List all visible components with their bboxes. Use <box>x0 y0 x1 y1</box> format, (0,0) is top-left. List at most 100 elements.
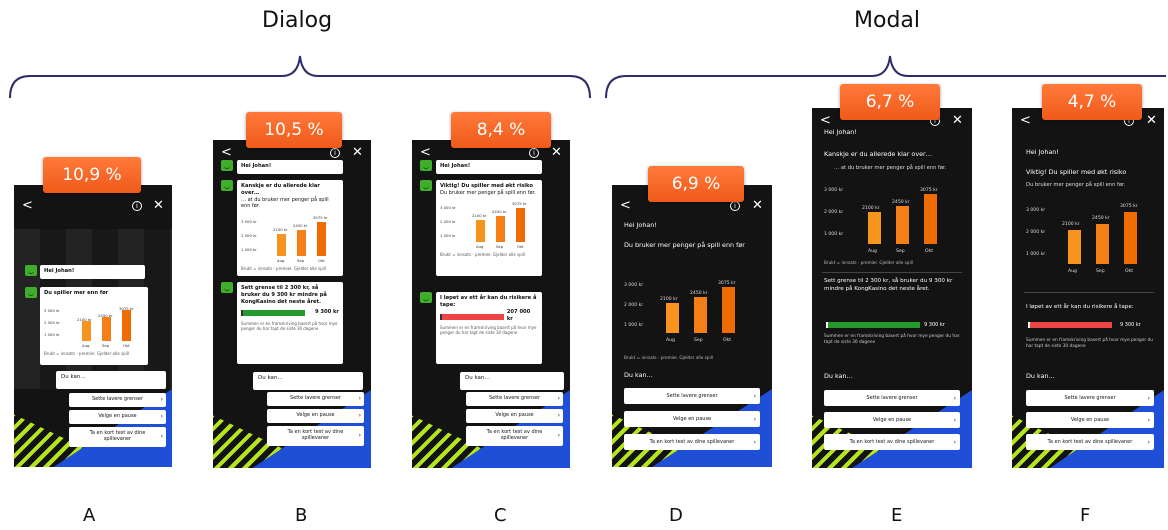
bar-aug <box>1068 230 1081 264</box>
chevron-right-icon: › <box>1147 394 1150 402</box>
chevron-left-icon[interactable]: < <box>820 114 831 127</box>
message-bubble: Kanskje er du allerede klar over… … at d… <box>237 180 343 276</box>
percent-badge-d: 6,9 % <box>648 166 744 202</box>
chevron-right-icon: › <box>753 415 756 423</box>
x-tick-label: Sep <box>1096 269 1105 274</box>
close-icon[interactable]: ✕ <box>352 146 363 159</box>
spending-chart: 3 000 kr 2 000 kr 1 000 kr 2100 kr 2450 … <box>1026 200 1154 274</box>
value-label: 2450 kr <box>492 209 507 215</box>
chart-footnote: Brukt = innsats - premier. Gjelder alle … <box>824 260 913 265</box>
x-tick-label: Aug <box>666 338 675 343</box>
bar-okt <box>924 194 937 244</box>
projection-explainer: Summen er en framskriving basert på hvor… <box>241 321 338 332</box>
spending-chart: 3 000 kr 2 000 kr 1 000 kr 2100 kr 2450 … <box>241 212 339 264</box>
chevron-right-icon: › <box>358 431 361 439</box>
chevron-left-icon[interactable]: < <box>420 146 431 159</box>
y-tick-label: 3 000 kr <box>44 307 60 313</box>
chevron-right-icon: › <box>753 438 756 446</box>
value-label: 2450 kr <box>690 291 708 296</box>
y-tick-label: 2 000 kr <box>1026 230 1046 235</box>
bar-okt <box>122 309 131 341</box>
variant-letter-f: F <box>1080 505 1091 526</box>
smiley-icon <box>25 287 37 298</box>
y-tick-label: 3 000 kr <box>241 218 257 224</box>
chevron-right-icon: › <box>1147 438 1150 446</box>
chevron-right-icon: › <box>160 432 163 440</box>
set-lower-limits-button[interactable]: Sette lavere grenser › <box>824 390 960 406</box>
chevron-left-icon[interactable]: < <box>1020 114 1031 127</box>
chart-footnote: Brukt = innsats - premier. Gjelder alle … <box>241 265 326 271</box>
close-icon[interactable]: ✕ <box>1146 114 1157 127</box>
risk-bubble: I løpet av ett år kan du risikere å tape… <box>436 292 542 364</box>
close-icon[interactable]: ✕ <box>952 114 963 127</box>
habits-test-button[interactable]: Ta en kort test av dine spillevaner › <box>69 427 166 447</box>
y-tick-label: 1 000 kr <box>241 246 257 252</box>
spending-chart: 3 000 kr 2 000 kr 1 000 kr 2100 kr 2450 … <box>44 299 144 349</box>
info-icon[interactable]: i <box>730 201 740 211</box>
you-can-bubble: Du kan… <box>56 371 166 389</box>
chevron-right-icon: › <box>557 411 560 419</box>
bar-aug <box>868 212 881 244</box>
value-label: 2100 kr <box>862 206 880 211</box>
x-tick-label: Okt <box>517 244 524 250</box>
take-a-break-button[interactable]: Velge en pause › <box>267 409 364 423</box>
bar-sep <box>1096 224 1109 264</box>
x-tick-label: Sep <box>102 342 110 348</box>
close-icon[interactable]: ✕ <box>153 199 164 212</box>
x-tick-label: Okt <box>318 257 325 263</box>
take-a-break-button[interactable]: Velge en pause › <box>69 410 166 424</box>
y-tick-label: 1 000 kr <box>1026 252 1046 257</box>
message-title: Kanskje er du allerede klar over… <box>824 150 933 158</box>
you-can-heading: Du kan… <box>1026 372 1055 380</box>
info-icon[interactable]: i <box>330 148 340 158</box>
take-a-break-button[interactable]: Velge en pause › <box>466 409 563 423</box>
bar-sep <box>496 216 505 243</box>
loss-amount: 9 300 kr <box>1120 322 1141 328</box>
info-icon[interactable]: i <box>529 148 539 158</box>
x-tick-label: Sep <box>297 257 305 263</box>
x-tick-label: Okt <box>1125 269 1134 274</box>
take-a-break-button[interactable]: Velge en pause › <box>624 411 760 427</box>
chart-footnote: Brukt = innsats - premier. Gjelder alle … <box>624 355 713 360</box>
value-label: 2450 kr <box>293 222 308 228</box>
set-lower-limits-button[interactable]: Sette lavere grenser › <box>1026 390 1154 406</box>
value-label: 2100 kr <box>77 316 92 322</box>
value-label: 2450 kr <box>892 200 910 205</box>
habits-test-button[interactable]: Ta en kort test av dine spillevaner › <box>824 434 960 450</box>
value-label: 2100 kr <box>472 213 487 219</box>
set-lower-limits-button[interactable]: Sette lavere grenser › <box>267 392 364 406</box>
message-title: Viktig! Du spiller med økt risiko <box>440 183 533 189</box>
chevron-left-icon[interactable]: < <box>221 146 232 159</box>
chevron-right-icon: › <box>953 438 956 446</box>
message-bubble: Du spiller mer enn før 3 000 kr 2 000 kr… <box>40 287 148 365</box>
chevron-left-icon[interactable]: < <box>620 199 631 212</box>
habits-test-button[interactable]: Ta en kort test av dine spillevaner › <box>466 426 563 446</box>
you-can-bubble: Du kan… <box>253 372 363 390</box>
info-icon[interactable]: i <box>132 201 142 211</box>
value-label: 3075 kr <box>718 281 736 286</box>
x-tick-label: Aug <box>277 257 285 263</box>
message-subtitle: … at du bruker mer penger på spill enn f… <box>241 196 329 210</box>
set-lower-limits-button[interactable]: Sette lavere grenser › <box>69 393 166 407</box>
limit-bubble: Sett grense til 2 300 kr, så bruker du 9… <box>237 282 343 364</box>
close-icon[interactable]: ✕ <box>551 146 562 159</box>
take-a-break-button[interactable]: Velge en pause › <box>824 412 960 428</box>
message-title: Du bruker mer penger på spill enn før <box>624 241 745 249</box>
chevron-right-icon: › <box>557 431 560 439</box>
chevron-right-icon: › <box>160 412 163 420</box>
y-tick-label: 2 000 kr <box>44 319 60 325</box>
habits-test-button[interactable]: Ta en kort test av dine spillevaner › <box>624 434 760 450</box>
set-lower-limits-button[interactable]: Sette lavere grenser › <box>624 388 760 404</box>
chart-footnote: Brukt = innsats - premier. Gjelder alle … <box>440 252 525 258</box>
projection-explainer: Summen er en framskriving basert på hvor… <box>440 324 537 335</box>
set-lower-limits-button[interactable]: Sette lavere grenser › <box>466 392 563 406</box>
close-icon[interactable]: ✕ <box>752 199 763 212</box>
habits-test-button[interactable]: Ta en kort test av dine spillevaner › <box>1026 434 1154 450</box>
greeting-bubble: Hei Johan! <box>436 160 542 174</box>
chevron-right-icon: › <box>953 416 956 424</box>
habits-test-button[interactable]: Ta en kort test av dine spillevaner › <box>267 426 364 446</box>
savings-amount: 9 300 kr <box>314 308 339 315</box>
chevron-left-icon[interactable]: < <box>22 199 33 212</box>
take-a-break-button[interactable]: Velge en pause › <box>1026 412 1154 428</box>
percent-badge-e: 6,7 % <box>840 84 940 120</box>
